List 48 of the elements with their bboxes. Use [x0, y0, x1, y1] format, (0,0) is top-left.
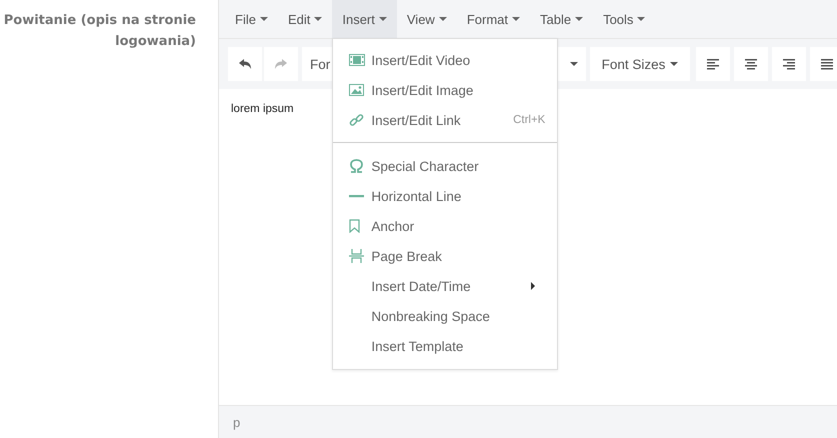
- align-left-button[interactable]: [696, 47, 730, 81]
- menu-option[interactable]: Nonbreaking Space: [333, 301, 558, 331]
- align-center-button[interactable]: [734, 47, 768, 81]
- omega-icon: [349, 159, 364, 173]
- menu-option[interactable]: Insert Date/Time: [333, 271, 558, 301]
- caret-icon: [438, 17, 447, 21]
- menu-option[interactable]: Insert/Edit Image: [333, 75, 558, 105]
- body-text: lorem ipsum: [231, 103, 294, 115]
- menu-item[interactable]: File: [225, 0, 278, 38]
- menu-item[interactable]: Edit: [278, 0, 332, 38]
- align-left-icon: [707, 58, 719, 70]
- menu-option[interactable]: Insert/Edit Link Ctrl+K: [333, 105, 558, 135]
- horizontal-line-icon: [349, 194, 364, 198]
- align-right-icon: [783, 58, 795, 70]
- caret-icon: [575, 17, 584, 21]
- justify-icon: [821, 58, 833, 70]
- link-icon: [349, 112, 364, 128]
- menu-item[interactable]: Format: [456, 0, 530, 38]
- image-icon: [349, 84, 364, 96]
- caret-icon: [637, 17, 646, 21]
- align-center-icon: [745, 58, 757, 70]
- menu-option[interactable]: Special Character: [333, 151, 558, 181]
- menu-option[interactable]: Insert/Edit Video: [333, 45, 558, 75]
- caret-icon: [260, 17, 268, 21]
- caret-icon: [670, 62, 678, 66]
- align-right-button[interactable]: [772, 47, 806, 81]
- element-path[interactable]: p: [233, 414, 240, 430]
- redo-icon: [275, 59, 287, 69]
- film-icon: [349, 54, 366, 66]
- caret-icon: [570, 62, 578, 66]
- field-label: Powitanie (opis na stronie logowania): [2, 12, 196, 51]
- page-break-icon: [349, 249, 364, 263]
- menu-item[interactable]: Tools: [593, 0, 656, 38]
- menu-item[interactable]: Insert: [332, 0, 397, 38]
- caret-icon: [314, 17, 322, 21]
- undo-button[interactable]: [228, 47, 262, 81]
- font-sizes-dropdown[interactable]: Font Sizes: [590, 47, 690, 81]
- caret-icon: [378, 17, 387, 21]
- menu-option[interactable]: Horizontal Line: [333, 181, 558, 211]
- menu-option[interactable]: Insert Template: [333, 331, 558, 361]
- menu-option[interactable]: Page Break: [333, 241, 558, 271]
- justify-button[interactable]: [810, 47, 837, 81]
- caret-icon: [512, 17, 520, 21]
- undo-icon: [239, 59, 251, 69]
- menu-option[interactable]: Anchor: [333, 211, 558, 241]
- bookmark-icon: [349, 219, 360, 233]
- menu-item[interactable]: View: [396, 0, 457, 38]
- menu-item[interactable]: Table: [530, 0, 594, 38]
